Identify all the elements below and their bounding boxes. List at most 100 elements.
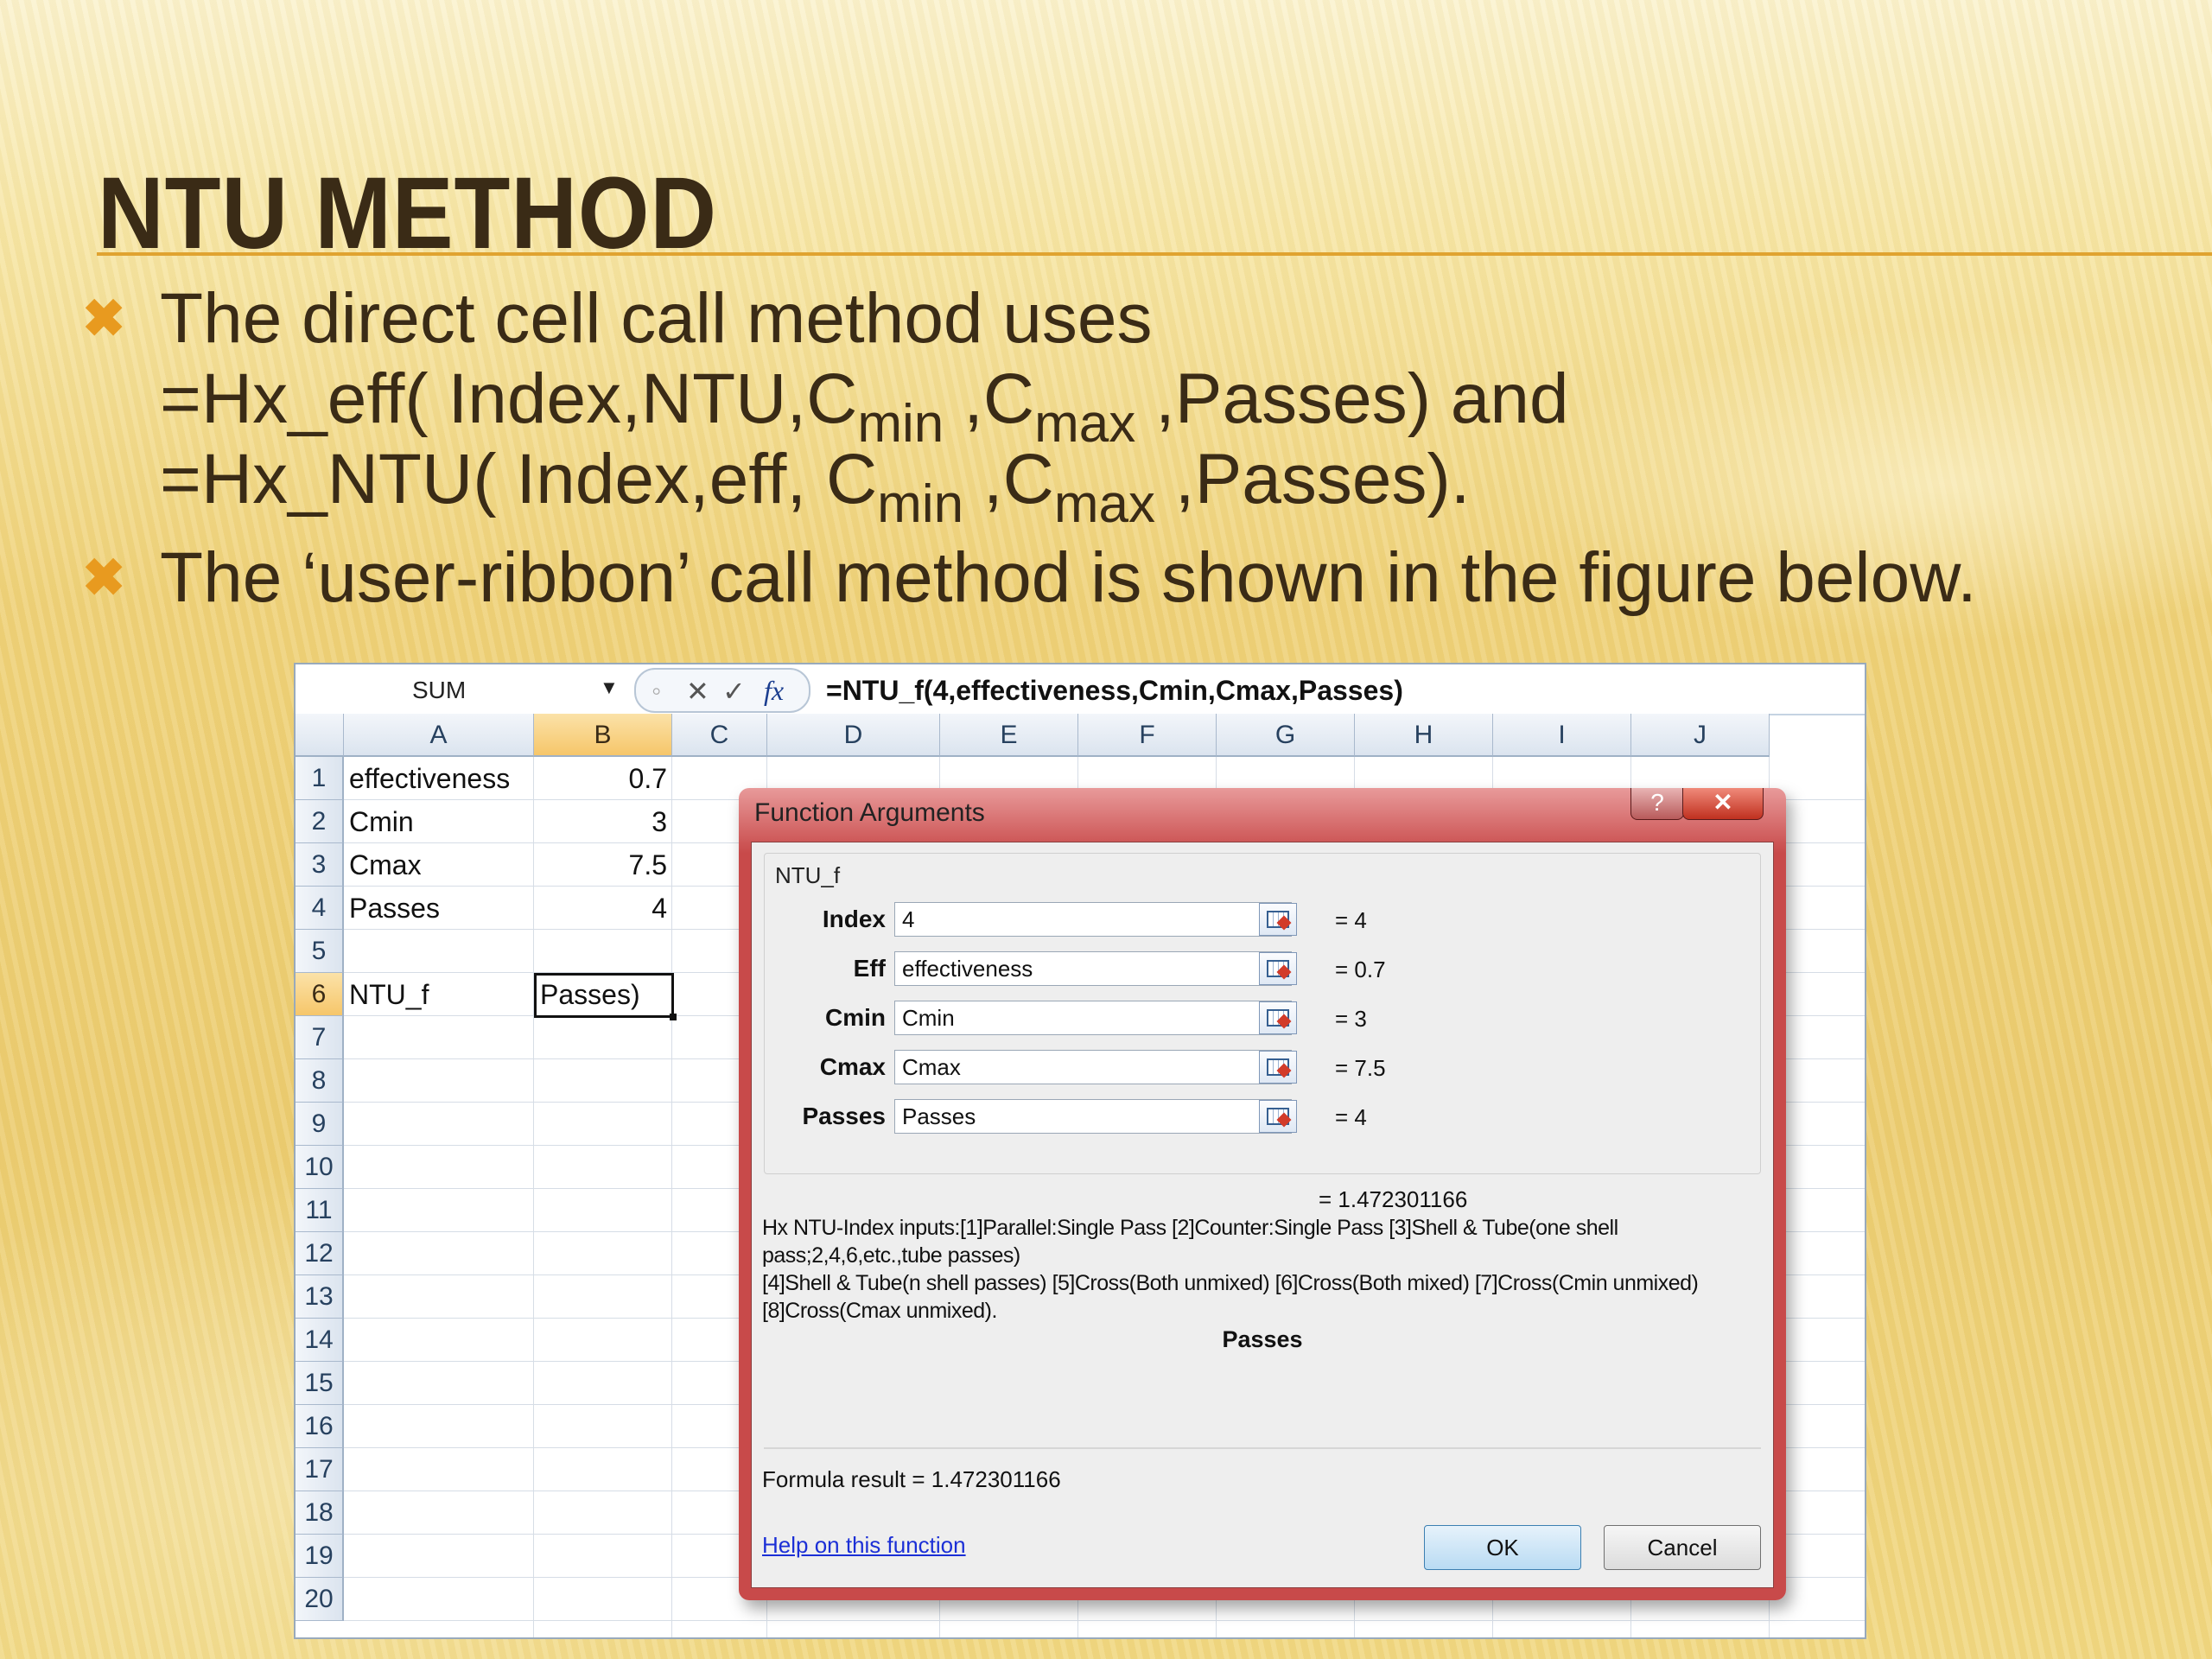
cell-a6[interactable]: NTU_f	[349, 973, 429, 1016]
row-header-18[interactable]: 18	[296, 1491, 344, 1535]
collapse-dialog-icon[interactable]	[1259, 1051, 1297, 1084]
cell-a1[interactable]: effectiveness	[349, 757, 510, 800]
cancel-button[interactable]: Cancel	[1604, 1525, 1761, 1570]
cell-b3[interactable]: 7.5	[534, 843, 667, 887]
row-header-2[interactable]: 2	[296, 800, 344, 843]
function-arguments-dialog: Function Arguments ? ✕ NTU_f Index 4 = 4…	[739, 788, 1786, 1600]
cell-b4[interactable]: 4	[534, 887, 667, 930]
arg-label-eff: Eff	[853, 955, 886, 982]
gridline-horizontal	[344, 1620, 1865, 1621]
arguments-group: NTU_f Index 4 = 4 Eff effectiveness = 0.…	[764, 853, 1761, 1174]
row-header-14[interactable]: 14	[296, 1319, 344, 1362]
cell-a4[interactable]: Passes	[349, 887, 440, 930]
arg-input-cmin[interactable]: Cmin	[894, 1001, 1292, 1035]
arg-result-cmin: = 3	[1335, 1006, 1367, 1032]
ok-button[interactable]: OK	[1424, 1525, 1581, 1570]
description-line-2: [4]Shell & Tube(n shell passes) [5]Cross…	[762, 1271, 1699, 1323]
cell-b1[interactable]: 0.7	[534, 757, 667, 800]
cell-b2[interactable]: 3	[534, 800, 667, 843]
gridline-vertical	[671, 757, 672, 1637]
collapse-dialog-icon[interactable]	[1259, 903, 1297, 936]
active-cell-b6[interactable]: Passes)	[534, 973, 677, 1020]
row-header-4[interactable]: 4	[296, 887, 344, 930]
enter-check-icon[interactable]: ✓	[722, 675, 746, 708]
cell-a3[interactable]: Cmax	[349, 843, 422, 887]
row-header-13[interactable]: 13	[296, 1275, 344, 1319]
arg-label-cmin: Cmin	[825, 1004, 886, 1031]
row-header-9[interactable]: 9	[296, 1103, 344, 1146]
separator	[764, 1447, 1761, 1449]
resize-icon[interactable]: ◦	[652, 675, 661, 707]
row-header-11[interactable]: 11	[296, 1189, 344, 1232]
collapse-dialog-icon[interactable]	[1259, 1100, 1297, 1133]
row-header-8[interactable]: 8	[296, 1059, 344, 1103]
formula-result: Formula result = 1.472301166	[762, 1466, 1061, 1492]
help-button[interactable]: ?	[1630, 788, 1684, 820]
row-header-17[interactable]: 17	[296, 1448, 344, 1491]
row-header-20[interactable]: 20	[296, 1578, 344, 1621]
row-header-6[interactable]: 6	[296, 973, 344, 1016]
argument-description: Passes	[1222, 1326, 1303, 1352]
cancel-entry-icon[interactable]: ✕	[686, 675, 709, 708]
arg-input-eff[interactable]: effectiveness	[894, 951, 1292, 986]
bullet-1-formula-1: =Hx_eff( Index,NTU,Cmin ,Cmax ,Passes) a…	[160, 359, 1569, 454]
bullet-1-formula-2: =Hx_NTU( Index,eff, Cmin ,Cmax ,Passes).	[160, 440, 1471, 534]
arg-result-index: = 4	[1335, 907, 1367, 933]
column-header-f[interactable]: F	[1078, 714, 1217, 757]
arg-label-cmax: Cmax	[819, 1053, 886, 1080]
dropdown-arrow-icon[interactable]: ▼	[600, 677, 619, 699]
row-header-10[interactable]: 10	[296, 1146, 344, 1189]
name-box-value: SUM	[412, 677, 467, 703]
column-header-i[interactable]: I	[1493, 714, 1631, 757]
row-header-19[interactable]: 19	[296, 1535, 344, 1578]
column-header-c[interactable]: C	[672, 714, 767, 757]
column-header-e[interactable]: E	[940, 714, 1078, 757]
help-on-function-link[interactable]: Help on this function	[762, 1532, 966, 1559]
row-header-15[interactable]: 15	[296, 1362, 344, 1405]
bullet-x-icon: ✖	[82, 549, 126, 607]
description-line-1: Hx NTU-Index inputs:[1]Parallel:Single P…	[762, 1216, 1618, 1268]
fill-handle[interactable]	[670, 1014, 677, 1020]
arg-label-passes: Passes	[802, 1103, 886, 1129]
dialog-body: NTU_f Index 4 = 4 Eff effectiveness = 0.…	[751, 842, 1774, 1588]
column-header-g[interactable]: G	[1217, 714, 1355, 757]
column-header-b[interactable]: B	[534, 714, 672, 757]
function-name: NTU_f	[775, 862, 841, 888]
column-header-h[interactable]: H	[1355, 714, 1493, 757]
row-header-16[interactable]: 16	[296, 1405, 344, 1448]
arg-input-index[interactable]: 4	[894, 902, 1292, 937]
cell-a2[interactable]: Cmin	[349, 800, 414, 843]
row-header-7[interactable]: 7	[296, 1016, 344, 1059]
dialog-title: Function Arguments	[754, 798, 985, 827]
arg-input-cmax[interactable]: Cmax	[894, 1050, 1292, 1084]
arg-result-eff: = 0.7	[1335, 957, 1386, 982]
column-header-j[interactable]: J	[1631, 714, 1770, 757]
bullet-1-line-1: The direct cell call method uses	[160, 279, 1153, 358]
function-description: Hx NTU-Index inputs:[1]Parallel:Single P…	[762, 1214, 1764, 1325]
bullet-2-text: The ‘user-ribbon’ call method is shown i…	[160, 538, 1977, 617]
formula-buttons: ◦ ✕ ✓ fx	[634, 668, 810, 713]
close-button[interactable]: ✕	[1682, 788, 1764, 820]
arg-label-index: Index	[822, 906, 886, 932]
row-header-5[interactable]: 5	[296, 930, 344, 973]
row-header-3[interactable]: 3	[296, 843, 344, 887]
slide-title: NTU METHOD	[98, 156, 717, 270]
arg-result-passes: = 4	[1335, 1104, 1367, 1130]
collapse-dialog-icon[interactable]	[1259, 952, 1297, 985]
formula-bar: SUM ▼ ◦ ✕ ✓ fx =NTU_f(4,effectiveness,Cm…	[296, 664, 1865, 715]
row-header-1[interactable]: 1	[296, 757, 344, 800]
title-rule	[97, 252, 2212, 256]
insert-function-icon[interactable]: fx	[764, 675, 784, 707]
column-header-a[interactable]: A	[344, 714, 534, 757]
column-header-d[interactable]: D	[767, 714, 940, 757]
select-all-corner[interactable]	[296, 714, 344, 757]
row-header-12[interactable]: 12	[296, 1232, 344, 1275]
name-box[interactable]: SUM ▼	[296, 670, 624, 708]
function-result: = 1.472301166	[1319, 1186, 1468, 1212]
arg-input-passes[interactable]: Passes	[894, 1099, 1292, 1134]
formula-text[interactable]: =NTU_f(4,effectiveness,Cmin,Cmax,Passes)	[826, 675, 1403, 707]
arg-result-cmax: = 7.5	[1335, 1055, 1386, 1081]
cell-b6: Passes)	[540, 979, 640, 1010]
bullet-x-icon: ✖	[82, 289, 126, 347]
collapse-dialog-icon[interactable]	[1259, 1001, 1297, 1034]
